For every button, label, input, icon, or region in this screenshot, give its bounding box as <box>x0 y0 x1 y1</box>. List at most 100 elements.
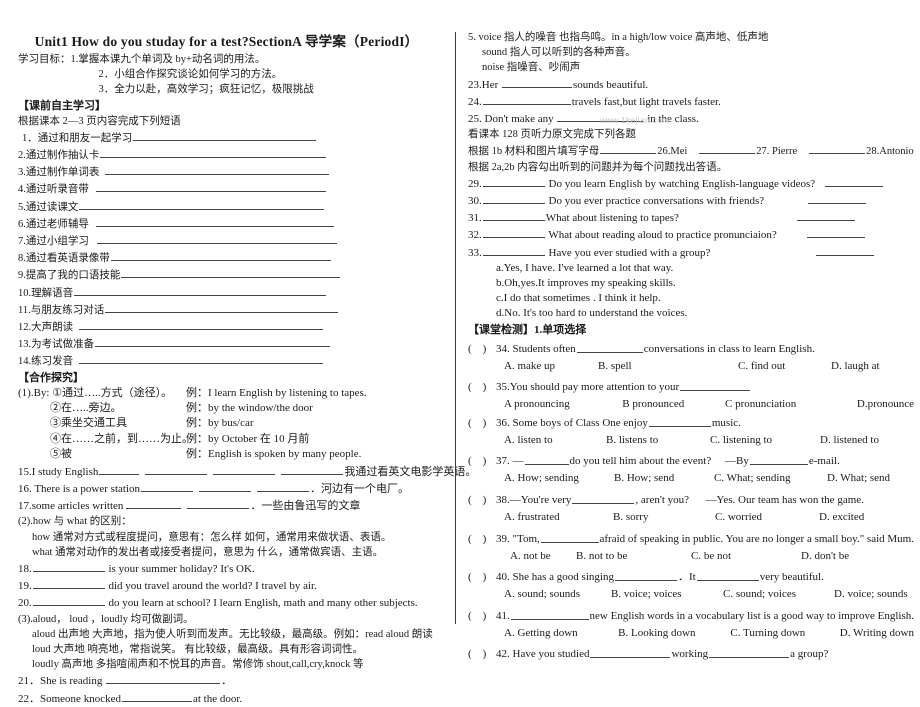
answer-blank[interactable] <box>557 110 644 123</box>
mcq-option[interactable]: A. How; sending <box>504 471 614 487</box>
answer-blank[interactable] <box>99 463 140 475</box>
answer-blank[interactable] <box>696 569 759 582</box>
mcq-option[interactable]: D. Writing down <box>840 626 914 642</box>
mcq-option[interactable]: C. worried <box>715 510 819 526</box>
answer-blank[interactable] <box>32 560 105 572</box>
mcq-option[interactable]: B. not to be <box>576 549 691 565</box>
answer-blank[interactable] <box>680 379 751 392</box>
answer-blank[interactable] <box>816 244 875 256</box>
answer-blank[interactable] <box>95 215 334 227</box>
answer-blank[interactable] <box>32 594 105 607</box>
mcq-option[interactable]: A. sound; sounds <box>504 587 611 603</box>
answer-blank[interactable] <box>749 453 808 466</box>
answer-blank[interactable] <box>482 93 571 105</box>
answer-blank[interactable] <box>126 497 182 510</box>
answer-blank[interactable] <box>32 577 105 590</box>
mcq-option[interactable]: A. listen to <box>504 433 606 449</box>
mcq-option[interactable]: B. voice; voices <box>611 587 723 603</box>
answer-blank[interactable] <box>614 569 677 582</box>
question-number: 33. <box>468 246 482 259</box>
answer-blank[interactable] <box>600 142 657 155</box>
answer-paren[interactable]: ( ) <box>468 341 496 357</box>
answer-blank[interactable] <box>699 142 756 155</box>
answer-paren[interactable]: ( ) <box>468 379 496 395</box>
answer-blank[interactable] <box>809 142 866 155</box>
answer-blank[interactable] <box>74 284 327 296</box>
mcq-option[interactable]: D.pronounce <box>857 397 914 413</box>
mcq-option[interactable]: D. laugh at <box>831 359 880 375</box>
answer-blank[interactable] <box>187 497 250 510</box>
answer-blank[interactable] <box>95 180 326 193</box>
answer-blank[interactable] <box>96 232 337 245</box>
mcq-option[interactable]: C pronunciation <box>725 397 857 413</box>
answer-blank[interactable] <box>257 480 309 492</box>
mcq-option[interactable]: B. sorry <box>613 510 715 526</box>
answer-blank[interactable] <box>79 198 325 210</box>
answer-blank[interactable] <box>502 76 572 88</box>
mcq-option[interactable]: A pronouncing <box>504 397 622 413</box>
answer-paren[interactable]: ( ) <box>468 569 496 585</box>
answer-paren[interactable]: ( ) <box>468 492 496 508</box>
answer-blank[interactable] <box>576 341 643 353</box>
answer-blank[interactable] <box>145 463 208 475</box>
answer-blank[interactable] <box>106 672 221 685</box>
mcq-option[interactable]: A. frustrated <box>504 510 613 526</box>
answer-blank[interactable] <box>482 244 545 256</box>
mcq-option[interactable]: C. What; sending <box>714 471 827 487</box>
answer-blank[interactable] <box>105 301 339 313</box>
answer-blank[interactable] <box>100 146 327 159</box>
answer-paren[interactable]: ( ) <box>468 608 496 624</box>
mcq-option[interactable]: C. Turning down <box>730 626 839 642</box>
answer-blank[interactable] <box>110 249 331 262</box>
answer-blank[interactable] <box>482 192 545 205</box>
answer-blank[interactable] <box>524 453 569 466</box>
answer-paren[interactable]: ( ) <box>468 646 496 662</box>
answer-blank[interactable] <box>572 492 635 505</box>
mcq-option[interactable]: C. sound; voices <box>723 587 834 603</box>
answer-blank[interactable] <box>825 175 884 187</box>
answer-blank[interactable] <box>105 163 330 176</box>
answer-blank[interactable] <box>482 209 545 222</box>
answer-blank[interactable] <box>213 463 276 475</box>
answer-blank[interactable] <box>133 129 317 141</box>
mcq-option[interactable]: A. make up <box>504 359 598 375</box>
answer-blank[interactable] <box>141 480 193 492</box>
answer-blank[interactable] <box>79 352 324 365</box>
mcq-option[interactable]: D. What; send <box>827 471 890 487</box>
mcq-option[interactable]: B. spell <box>598 359 738 375</box>
answer-blank[interactable] <box>482 226 545 239</box>
answer-blank[interactable] <box>121 266 341 279</box>
answer-blank[interactable] <box>709 646 790 659</box>
mcq-option[interactable]: B. listens to <box>606 433 710 449</box>
answer-blank[interactable] <box>79 318 324 331</box>
mcq-option[interactable]: D. excited <box>819 510 864 526</box>
mcq-option[interactable]: A. not be <box>510 549 576 565</box>
mcq-option[interactable]: B. Looking down <box>618 626 730 642</box>
answer-blank[interactable] <box>199 480 251 492</box>
answer-blank[interactable] <box>648 415 711 427</box>
mcq-option[interactable]: B. How; send <box>614 471 714 487</box>
answer-paren[interactable]: ( ) <box>468 415 496 431</box>
answer-blank[interactable] <box>482 175 545 187</box>
mcq-option[interactable]: C. find out <box>738 359 831 375</box>
phrase-label: 1．通过和朋友一起学习 <box>22 132 133 144</box>
answer-blank[interactable] <box>540 531 599 543</box>
answer-blank[interactable] <box>808 192 867 205</box>
answer-paren[interactable]: ( ) <box>468 531 496 547</box>
mcq-option[interactable]: C. listening to <box>710 433 820 449</box>
mcq-option[interactable]: B pronounced <box>622 397 725 413</box>
mcq-option[interactable]: D. listened to <box>820 433 879 449</box>
answer-blank[interactable] <box>281 463 344 475</box>
answer-blank[interactable] <box>510 608 589 620</box>
answer-blank[interactable] <box>95 335 331 348</box>
answer-blank[interactable] <box>590 646 671 659</box>
match-question: 29. Do you learn English by watching Eng… <box>468 175 914 192</box>
mcq-option[interactable]: C. be not <box>691 549 801 565</box>
answer-blank[interactable] <box>121 690 192 702</box>
mcq-option[interactable]: D. don't be <box>801 549 849 565</box>
mcq-option[interactable]: D. voice; sounds <box>834 587 908 603</box>
answer-paren[interactable]: ( ) <box>468 453 496 469</box>
answer-blank[interactable] <box>796 209 855 222</box>
answer-blank[interactable] <box>806 226 865 239</box>
mcq-option[interactable]: A. Getting down <box>504 626 618 642</box>
